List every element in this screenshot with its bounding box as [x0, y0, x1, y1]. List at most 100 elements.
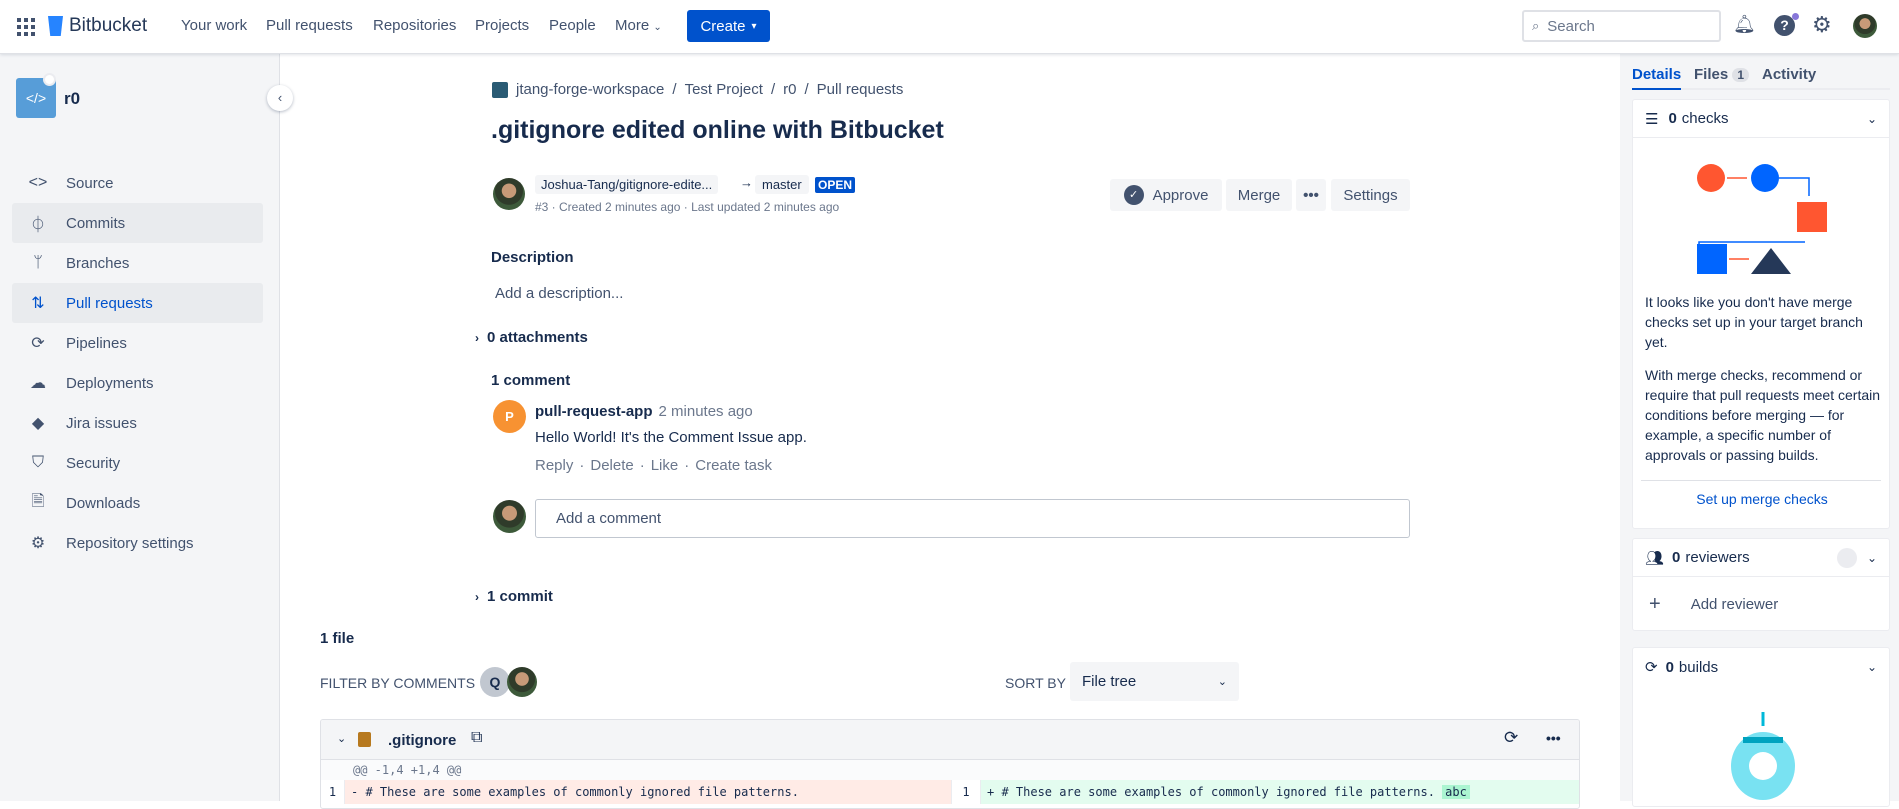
builds-label: builds	[1678, 658, 1719, 676]
add-reviewer-button[interactable]: + Add reviewer	[1633, 577, 1889, 631]
tab-activity[interactable]: Activity	[1762, 66, 1816, 83]
status-badge: OPEN	[815, 177, 856, 193]
sidebar-item-pipelines[interactable]: ⟳ Pipelines	[12, 323, 263, 363]
checks-header[interactable]: ☰ 0 checks ⌄	[1633, 100, 1889, 138]
sidebar-item-branches[interactable]: ᛘ Branches	[12, 243, 263, 283]
breadcrumb-project[interactable]: Test Project	[685, 81, 763, 98]
diff-line: 1 - # These are some examples of commonl…	[321, 780, 1579, 804]
reviewers-card: 👥︎ 0 reviewers ⌄ + Add reviewer	[1632, 538, 1890, 631]
sidebar-item-downloads[interactable]: 🗎︎ Downloads	[12, 483, 263, 523]
nav-people[interactable]: People	[549, 17, 596, 34]
people-icon: 👥︎	[1645, 549, 1665, 567]
builds-header[interactable]: ⟳ 0 builds ⌄	[1633, 648, 1889, 686]
chevron-down-icon: ⌄	[1866, 111, 1877, 126]
nav-pull-requests[interactable]: Pull requests	[266, 17, 353, 34]
builds-card: ⟳ 0 builds ⌄	[1632, 647, 1890, 807]
cloud-icon: ☁	[30, 375, 46, 392]
bitbucket-logo-icon[interactable]	[48, 16, 63, 36]
sort-by-label: SORT BY	[1005, 675, 1066, 691]
approve-button[interactable]: ✓ Approve	[1110, 179, 1222, 211]
description-input[interactable]: Add a description...	[495, 285, 623, 302]
removed-line: - # These are some examples of commonly …	[345, 780, 951, 804]
chevron-down-icon: ⌄	[1217, 676, 1227, 688]
sidebar-item-security[interactable]: ⛉ Security	[12, 443, 263, 483]
file-more-icon[interactable]: •••	[1546, 730, 1561, 746]
brand-name[interactable]: Bitbucket	[69, 15, 147, 37]
nav-projects[interactable]: Projects	[475, 17, 529, 34]
comments-heading: 1 comment	[491, 372, 571, 389]
sidebar-item-label: Repository settings	[66, 534, 194, 552]
filter-user-avatar[interactable]	[507, 667, 537, 697]
more-actions-button[interactable]: •••	[1296, 179, 1326, 211]
sidebar-item-deployments[interactable]: ☁ Deployments	[12, 363, 263, 403]
delete-link[interactable]: Delete	[590, 457, 633, 474]
create-button[interactable]: Create ▾	[687, 10, 770, 42]
sidebar-item-jira-issues[interactable]: ◆ Jira issues	[12, 403, 263, 443]
merge-button[interactable]: Merge	[1226, 179, 1292, 211]
copy-icon[interactable]: ⧉	[471, 729, 482, 747]
user-avatar[interactable]	[1853, 14, 1877, 38]
tab-details[interactable]: Details	[1632, 66, 1682, 90]
reply-link[interactable]: Reply	[535, 457, 573, 474]
gear-icon: ⚙	[30, 535, 46, 552]
nav-more-label: More	[615, 17, 650, 34]
search-input[interactable]: ⌕ Search	[1522, 10, 1721, 42]
repo-name[interactable]: r0	[64, 89, 80, 109]
sidebar-item-source[interactable]: <> Source	[12, 163, 263, 203]
reviewers-header[interactable]: 👥︎ 0 reviewers ⌄	[1633, 539, 1889, 577]
approve-label: Approve	[1152, 186, 1209, 204]
setup-merge-checks-link[interactable]: Set up merge checks	[1633, 491, 1891, 507]
page-title: .gitignore edited online with Bitbucket	[491, 116, 944, 144]
nav-your-work[interactable]: Your work	[181, 17, 247, 34]
create-label: Create	[700, 17, 746, 35]
settings-button[interactable]: Settings	[1331, 179, 1410, 211]
pull-request-icon: ⇅	[31, 295, 45, 312]
breadcrumb-workspace[interactable]: jtang-forge-workspace	[516, 81, 664, 98]
sidebar-item-label: Commits	[66, 214, 126, 232]
author-avatar[interactable]	[493, 178, 525, 210]
add-comment-input[interactable]: Add a comment	[535, 499, 1410, 538]
settings-gear-icon[interactable]: ⚙	[1812, 12, 1832, 38]
help-badge-icon	[1792, 13, 1799, 20]
refresh-comments-icon[interactable]: ⟳	[1504, 728, 1518, 748]
comment-avatar[interactable]: P	[493, 400, 526, 433]
merge-checks-illustration	[1697, 164, 1827, 274]
breadcrumb-pull-requests[interactable]: Pull requests	[817, 81, 904, 98]
sidebar-item-pull-requests[interactable]: ⇅ Pull requests	[12, 283, 263, 323]
breadcrumb-separator: /	[804, 81, 809, 98]
filter-by-comments-label: FILTER BY COMMENTS	[320, 675, 476, 691]
attachments-toggle[interactable]: › 0 attachments	[475, 329, 588, 346]
chevron-right-icon: ›	[475, 590, 479, 604]
refresh-icon: ⟳	[1645, 659, 1658, 676]
tab-files[interactable]: Files 1	[1694, 66, 1750, 83]
line-number[interactable]: 1	[951, 780, 981, 804]
sidebar-item-commits[interactable]: ⏀ Commits	[12, 203, 263, 243]
file-name[interactable]: .gitignore	[388, 732, 456, 749]
breadcrumb-repo[interactable]: r0	[783, 81, 796, 98]
nav-repositories[interactable]: Repositories	[373, 17, 456, 34]
app-switcher-icon[interactable]	[17, 18, 35, 36]
notifications-icon[interactable]: 🔔︎	[1733, 14, 1756, 35]
comment-time[interactable]: 2 minutes ago	[659, 403, 753, 420]
divider	[1641, 480, 1881, 481]
sidebar: </> r0 ‹ <> Source ⏀ Commits ᛘ Branches ⇅ Pu…	[0, 54, 293, 801]
like-link[interactable]: Like	[651, 457, 679, 474]
comment-filter-icon[interactable]: Q	[480, 667, 510, 697]
checks-count: 0	[1668, 110, 1677, 127]
sort-select[interactable]: File tree ⌄	[1070, 662, 1239, 701]
commits-toggle[interactable]: › 1 commit	[475, 588, 553, 605]
modified-file-icon	[358, 732, 371, 747]
chevron-down-icon: ▾	[751, 20, 757, 32]
sidebar-item-repository-settings[interactable]: ⚙ Repository settings	[12, 523, 263, 563]
reviewer-placeholder-avatar	[1836, 547, 1857, 568]
collapse-file-icon[interactable]: ⌄	[337, 732, 346, 745]
target-branch[interactable]: master	[755, 175, 809, 194]
source-branch[interactable]: Joshua-Tang/gitignore-edite...	[535, 175, 719, 194]
pipelines-icon: ⟳	[31, 335, 45, 352]
create-task-link[interactable]: Create task	[695, 457, 772, 474]
lock-icon	[43, 73, 56, 86]
nav-more[interactable]: More ⌄	[615, 17, 662, 34]
comment-author[interactable]: pull-request-app	[535, 403, 653, 420]
collapse-sidebar-button[interactable]: ‹	[267, 85, 293, 111]
line-number[interactable]: 1	[321, 780, 345, 804]
